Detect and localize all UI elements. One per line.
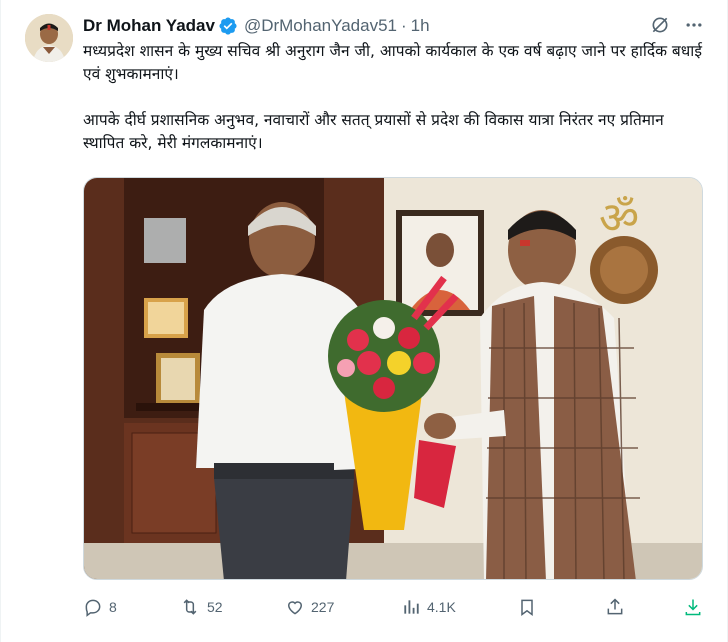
tweet-header: Dr Mohan Yadav @DrMohanYadav51 · 1h [83, 14, 430, 38]
views-count: 4.1K [427, 599, 456, 615]
tweet-paragraph-2: आपके दीर्घ प्रशासनिक अनुभव, नवाचारों और … [83, 111, 664, 152]
tweet-card: Dr Mohan Yadav @DrMohanYadav51 · 1h मध्य… [0, 0, 728, 642]
photo-scene: ॐ [84, 178, 702, 579]
repost-button[interactable]: 52 [179, 594, 223, 620]
author-name[interactable]: Dr Mohan Yadav [83, 16, 215, 36]
reply-count: 8 [109, 599, 117, 615]
heart-icon [285, 597, 305, 617]
share-icon [605, 597, 625, 617]
tweet-paragraph-1: मध्यप्रदेश शासन के मुख्य सचिव श्री अनुरा… [83, 42, 702, 83]
bookmark-button[interactable] [517, 594, 537, 620]
download-button[interactable] [683, 594, 703, 620]
author-handle[interactable]: @DrMohanYadav51 [244, 16, 397, 36]
tweet-photo[interactable]: ॐ [83, 177, 703, 580]
tweet-timestamp[interactable]: 1h [411, 16, 430, 36]
more-icon[interactable] [683, 14, 705, 36]
views-icon [401, 597, 421, 617]
repost-icon [179, 597, 201, 617]
header-separator: · [400, 16, 407, 35]
tweet-text: मध्यप्रदेश शासन के मुख्य सचिव श्री अनुरा… [83, 40, 707, 178]
tweet-actions: 8 52 227 4.1K [83, 594, 707, 620]
reply-button[interactable]: 8 [83, 594, 117, 620]
avatar-portrait [25, 14, 73, 62]
views-button[interactable]: 4.1K [401, 594, 456, 620]
like-button[interactable]: 227 [285, 594, 334, 620]
grok-icon[interactable] [649, 14, 671, 36]
like-count: 227 [311, 599, 335, 615]
repost-count: 52 [207, 599, 223, 615]
download-icon [683, 597, 703, 617]
top-actions [649, 14, 705, 36]
author-avatar[interactable] [25, 14, 73, 62]
verified-badge-icon[interactable] [218, 16, 238, 36]
reply-icon [83, 597, 103, 617]
bookmark-icon [517, 597, 537, 617]
share-button[interactable] [605, 594, 625, 620]
svg-text:ॐ: ॐ [599, 193, 639, 244]
